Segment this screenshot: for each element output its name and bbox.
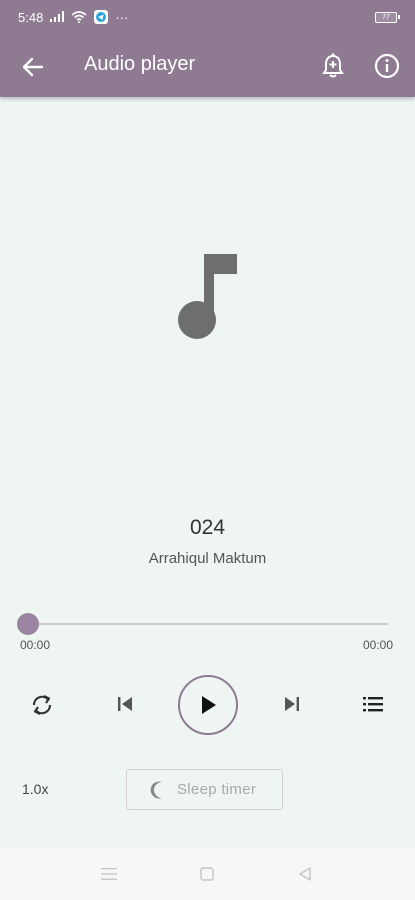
- nav-back-icon[interactable]: [293, 862, 317, 886]
- page-title: Audio player: [84, 53, 196, 75]
- skip-previous-icon: [118, 697, 132, 711]
- play-button[interactable]: [178, 675, 238, 735]
- add-reminder-button[interactable]: [318, 51, 348, 81]
- back-arrow-icon: [22, 57, 44, 77]
- track-artist: Arrahiqul Maktum: [148, 550, 267, 567]
- system-nav-bar: [0, 848, 415, 900]
- play-icon: [202, 696, 216, 714]
- previous-track-button[interactable]: [110, 689, 140, 719]
- status-time: 5:48: [18, 9, 44, 25]
- current-time: 00:00: [20, 638, 51, 652]
- battery-level: 77: [382, 13, 390, 21]
- bell-plus-icon: [322, 53, 344, 78]
- wifi-icon: [71, 11, 87, 23]
- queue-list-icon: [363, 697, 383, 712]
- next-track-button[interactable]: [277, 689, 307, 719]
- repeat-button[interactable]: [26, 689, 58, 721]
- repeat-icon: [32, 695, 52, 715]
- total-time: 00:00: [363, 638, 394, 652]
- telegram-icon: [93, 10, 109, 24]
- info-icon: [374, 53, 400, 79]
- status-right: 77: [375, 11, 400, 23]
- moon-icon: [150, 781, 162, 798]
- sleep-timer-button[interactable]: Sleep timer: [126, 769, 283, 810]
- signal-icon: [49, 11, 65, 23]
- status-bar: 5:48 ··· 77: [0, 0, 415, 34]
- status-left: 5:48 ···: [18, 10, 128, 25]
- nav-home-icon[interactable]: [195, 862, 219, 886]
- music-note-icon: [170, 250, 244, 344]
- nav-menu-icon[interactable]: [97, 862, 121, 886]
- back-button[interactable]: [18, 52, 48, 82]
- seek-bar-thumb[interactable]: [17, 613, 39, 635]
- app-bar: Audio player: [0, 34, 415, 97]
- battery-icon: 77: [375, 11, 400, 23]
- more-notifications-icon: ···: [115, 9, 129, 25]
- queue-button[interactable]: [358, 689, 388, 719]
- info-button[interactable]: [372, 51, 402, 81]
- skip-next-icon: [285, 697, 299, 711]
- seek-bar[interactable]: [28, 623, 388, 625]
- sleep-timer-label: Sleep timer: [177, 781, 257, 798]
- track-title: 024: [189, 516, 226, 539]
- playback-speed-button[interactable]: 1.0x: [22, 781, 48, 797]
